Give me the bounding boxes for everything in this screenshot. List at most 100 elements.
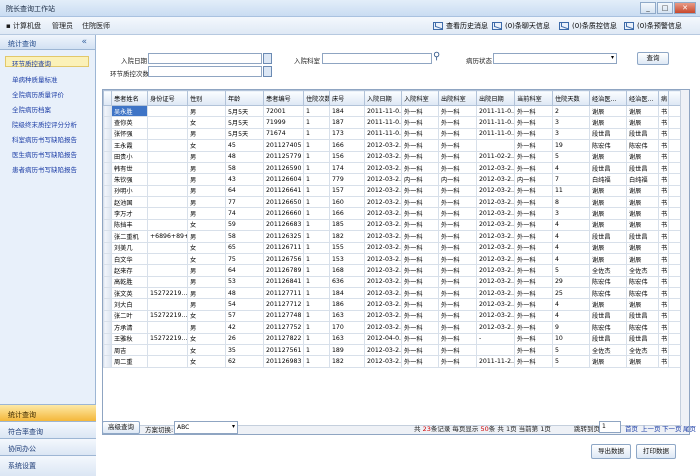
row-selector[interactable] [103, 150, 112, 163]
query-button[interactable]: 查询 [637, 52, 669, 65]
sidebar-item-quality-eval[interactable]: 全院病历质量评价 [12, 89, 64, 99]
advanced-query-button[interactable]: 高级查询 [102, 421, 140, 434]
sidebar-item-dept-report[interactable]: 科室病历书写缺陷报告 [12, 134, 77, 144]
row-selector[interactable] [103, 173, 112, 186]
sidebar-item-archive[interactable]: 全院病历档案 [12, 104, 51, 114]
table-row[interactable]: 陈挡丰女 59 201126683 1 185 2012-03-2... 外一科 外一科 201… [103, 218, 688, 232]
sidebar-item-patient-report[interactable]: 患者病历书写缺陷报告 [12, 164, 77, 174]
column-header[interactable]: 住院天数 [552, 90, 590, 106]
table-row[interactable]: 周二重女 62 201126983 1 182 2012-03-2... 外一科 外一科 201… [103, 355, 688, 368]
prev-page-link[interactable]: 上一页 [641, 423, 661, 433]
table-row[interactable]: 张二叶 15272219... 女 57 201127748 1 163 2012-03-2.… [103, 309, 688, 323]
table-row[interactable]: 朱钦强男 43 201126604 1 779 2012-03-2... 内一科 内一科 201… [103, 173, 688, 186]
row-selector[interactable] [103, 321, 112, 334]
sidebar-section-stats[interactable]: 统计查询 [0, 404, 96, 421]
column-header[interactable]: 床号 [329, 90, 365, 106]
menu-item-doctor[interactable]: 住院医师 [82, 21, 110, 31]
last-page-link[interactable]: 尾页 [683, 423, 696, 433]
column-header[interactable]: 经治医... [626, 90, 659, 106]
table-row[interactable]: 白文华女 75 201126756 1 153 2012-03-2... 外一科 外一科 201… [103, 252, 688, 266]
row-selector[interactable] [103, 355, 112, 368]
sidebar-item-doctor-report[interactable]: 医生病历书写缺陷报告 [12, 149, 77, 159]
table-row[interactable]: 张怀强男 5月5天 71674 1 173 2011-11-0... 外一科 外一科 2011-… [103, 127, 688, 141]
row-selector[interactable] [103, 139, 112, 152]
table-row[interactable]: 方承清男 42 201127752 1 170 2012-03-2... 外一科 外一科 201… [103, 321, 688, 334]
table-row[interactable]: 查你英女 5月5天 71999 1 187 2011-11-0... 外一科 外一科 2011-… [103, 116, 688, 129]
column-header[interactable]: 身份证号 [147, 90, 188, 106]
sidebar-item-qc-query[interactable]: 环节质控查询 [12, 58, 51, 68]
column-header[interactable]: 入院科室 [401, 90, 439, 106]
sidebar-section-conformity[interactable]: 符合率查询 [0, 421, 96, 438]
row-selector[interactable] [103, 275, 112, 289]
row-selector[interactable] [103, 104, 112, 118]
menu-item-computer[interactable]: ▪ 计算机盘 [6, 21, 41, 31]
row-selector[interactable] [103, 230, 112, 243]
collapse-icon[interactable]: « [81, 37, 87, 47]
column-header[interactable]: 年龄 [225, 90, 264, 106]
table-row[interactable]: 高乾胜男 53 201126841 1 636 2012-03-2... 外一科 外一科 201… [103, 275, 688, 289]
table-row[interactable]: 李万才男 74 201126660 1 166 2012-03-2... 外一科 外一科 201… [103, 207, 688, 220]
table-row[interactable]: 王雅秋 15272219... 女 26 201127822 1 163 2012-04-0.… [103, 332, 688, 345]
vertical-scrollbar[interactable] [680, 90, 689, 434]
column-header[interactable]: 病 [658, 90, 669, 106]
table-row[interactable]: 吴永胜男 5月5天 72001 1 184 2011-11-0... 外一科 外一科 2011-… [103, 104, 688, 118]
next-page-link[interactable]: 下一页 [662, 423, 682, 433]
row-selector[interactable] [103, 298, 112, 311]
row-selector[interactable] [103, 127, 112, 141]
row-selector[interactable] [103, 252, 112, 266]
column-header[interactable]: 入院日期 [364, 90, 402, 106]
search-icon[interactable]: ⚲ [433, 51, 440, 62]
column-header[interactable]: 当前科室 [514, 90, 553, 106]
status-select[interactable]: ▾ [493, 53, 617, 64]
column-header[interactable]: 患者编号 [263, 90, 304, 106]
column-header[interactable]: 经治医... [589, 90, 627, 106]
qc-count-input[interactable] [148, 66, 262, 77]
sidebar-section-office[interactable]: 协同办公 [0, 438, 96, 455]
table-row[interactable]: 张二重机 +6896+89+ 男 58 201126325 1 182 2012-03-2..… [103, 230, 688, 243]
jump-page-select[interactable]: 1 [599, 421, 621, 433]
row-selector[interactable] [103, 309, 112, 323]
table-row[interactable]: 刘美几女 65 201126711 1 155 2012-03-2... 外一科 外一科 201… [103, 241, 688, 254]
admit-dept-input[interactable] [322, 53, 432, 64]
warning-message-button[interactable]: (0)条预警信息 [624, 20, 682, 32]
spinner-icon[interactable] [263, 66, 272, 77]
table-row[interactable]: 张文英 15272219... 男 48 201127711 1 184 2012-03-2.… [103, 286, 688, 300]
row-selector[interactable] [103, 264, 112, 277]
calendar-icon[interactable] [263, 53, 272, 64]
column-header[interactable]: 性别 [187, 90, 226, 106]
admit-date-input[interactable] [148, 53, 262, 64]
row-selector[interactable] [103, 195, 112, 209]
row-selector[interactable] [103, 343, 112, 357]
row-selector[interactable] [103, 116, 112, 129]
column-header[interactable]: 住院次数 [303, 90, 330, 106]
sidebar-item-final-score[interactable]: 院级终末质控评分分析 [12, 119, 77, 129]
table-row[interactable]: 王永霞女 45 201127405 1 166 2012-03-2... 外一科 外一科 外一科… [103, 139, 688, 152]
history-message-button[interactable]: 查看历史消息 [433, 20, 488, 32]
first-page-link[interactable]: 首页 [625, 423, 638, 433]
row-selector[interactable] [103, 241, 112, 254]
row-selector[interactable] [103, 218, 112, 232]
row-selector[interactable] [103, 286, 112, 300]
row-selector[interactable] [103, 184, 112, 198]
table-row[interactable]: 周吉女 35 201127561 1 189 2012-03-2... 外一科 外一科 外一科 5… [103, 343, 688, 357]
column-header[interactable]: 出院日期 [476, 90, 515, 106]
column-header[interactable]: 出院科室 [438, 90, 477, 106]
row-selector[interactable] [103, 332, 112, 345]
sidebar-item-disease-standard[interactable]: 单病种质量标准 [12, 74, 58, 84]
sidebar-section-settings[interactable]: 系统设置 [0, 455, 96, 476]
qc-message-button[interactable]: (0)条质控信息 [559, 20, 617, 32]
menu-item-admin[interactable]: 管理员 [52, 21, 73, 31]
column-header[interactable]: 患者姓名 [111, 90, 148, 106]
row-selector[interactable] [103, 161, 112, 175]
table-row[interactable]: 孙明小男 64 201126641 1 157 2012-03-2... 外一科 外一科 201… [103, 184, 688, 198]
table-row[interactable]: 田贵小男 48 201125779 1 156 2012-03-2... 外一科 外一科 201… [103, 150, 688, 163]
row-selector[interactable] [103, 207, 112, 220]
chat-message-button[interactable]: (0)条聊天信息 [492, 20, 550, 32]
table-row[interactable]: 韩有世男 58 201126590 1 174 2012-03-2... 外一科 外一科 201… [103, 161, 688, 175]
table-row[interactable]: 赵池国男 77 201126650 1 160 2012-03-2... 外一科 外一科 201… [103, 195, 688, 209]
scheme-select[interactable]: ABC ▾ [174, 421, 238, 434]
minimize-button[interactable]: _ [640, 2, 656, 14]
export-button[interactable]: 导出数据 [591, 444, 631, 459]
table-row[interactable]: 赵来存男 64 201126789 1 168 2012-03-2... 外一科 外一科 201… [103, 264, 688, 277]
maximize-button[interactable]: □ [657, 2, 673, 14]
